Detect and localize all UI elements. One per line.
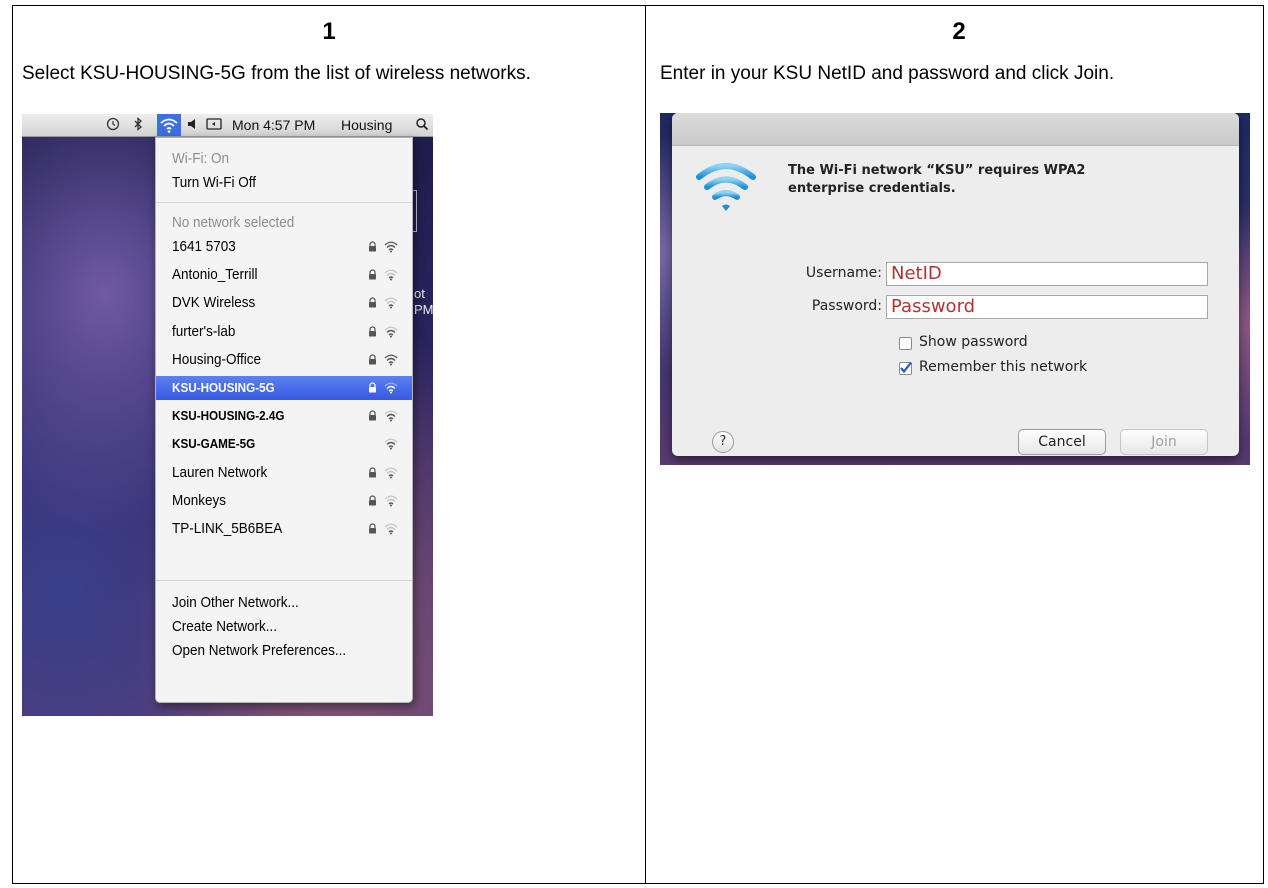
time-machine-icon[interactable] <box>106 117 120 134</box>
lock-icon <box>369 523 376 534</box>
network-name: DVK Wireless <box>172 294 256 312</box>
password-label: Password: <box>811 298 882 314</box>
help-button[interactable]: ? <box>712 431 734 453</box>
wifi-dialog-screenshot: The Wi-Fi network “KSU” requires WPA2 en… <box>660 113 1250 465</box>
lock-icon <box>369 410 376 421</box>
wifi-signal-icon <box>384 495 398 507</box>
network-name: Housing-Office <box>172 350 262 368</box>
menubar-clock[interactable]: Mon 4:57 PM <box>232 117 315 133</box>
lock-icon <box>369 297 376 308</box>
wifi-signal-icon <box>384 269 398 281</box>
network-name: KSU-GAME-5G <box>172 436 256 452</box>
open-network-preferences-item[interactable]: Open Network Preferences... <box>156 639 412 663</box>
wifi-dropdown-menu: Wi-Fi: On Turn Wi-Fi Off No network sele… <box>155 137 413 703</box>
network-item[interactable]: DVK Wireless <box>156 291 412 315</box>
step-instruction-1: Select KSU-HOUSING-5G from the list of w… <box>22 63 531 84</box>
network-name: TP-LINK_5B6BEA <box>172 520 283 537</box>
wifi-signal-icon <box>384 354 398 366</box>
network-name: Antonio_Terrill <box>172 266 258 284</box>
show-password-label: Show password <box>919 334 1028 350</box>
network-name: Lauren Network <box>172 463 268 481</box>
background-window-text: PM <box>414 302 433 317</box>
step-instruction-2: Enter in your KSU NetID and password and… <box>660 63 1115 84</box>
network-item[interactable]: Monkeys <box>156 489 412 513</box>
cancel-button[interactable]: Cancel <box>1018 429 1106 455</box>
wifi-signal-icon <box>384 241 398 253</box>
network-item[interactable]: Antonio_Terrill <box>156 263 412 287</box>
display-icon[interactable] <box>206 117 222 134</box>
wifi-signal-icon <box>384 410 398 422</box>
wifi-signal-icon <box>384 467 398 479</box>
lock-icon <box>369 241 376 252</box>
network-name: 1641 5703 <box>172 238 236 255</box>
menubar-user[interactable]: Housing <box>341 117 392 133</box>
wifi-signal-icon <box>384 438 398 450</box>
network-item[interactable]: KSU-HOUSING-5G <box>156 376 412 400</box>
wifi-signal-icon <box>384 297 398 309</box>
network-item[interactable]: KSU-GAME-5G <box>156 432 412 456</box>
network-item[interactable]: 1641 5703 <box>156 235 412 259</box>
show-password-checkbox[interactable] <box>899 337 912 350</box>
column-divider <box>645 6 646 883</box>
step-number-1: 1 <box>322 18 336 45</box>
lock-icon <box>369 326 376 337</box>
network-item[interactable]: TP-LINK_5B6BEA <box>156 517 412 541</box>
wifi-signal-icon <box>384 523 398 535</box>
wifi-menu-screenshot: Mon 4:57 PM Housing ot PM Wi-Fi: On Turn… <box>22 114 433 716</box>
lock-icon <box>369 467 376 478</box>
wifi-signal-icon <box>384 382 398 394</box>
wpa2-credentials-dialog: The Wi-Fi network “KSU” requires WPA2 en… <box>672 113 1239 456</box>
join-other-network-item[interactable]: Join Other Network... <box>156 591 412 615</box>
checkmark-icon <box>900 361 912 374</box>
menu-separator <box>156 202 412 203</box>
lock-icon <box>369 495 376 506</box>
lock-icon <box>369 382 376 393</box>
lock-icon <box>369 269 376 280</box>
wifi-status: Wi-Fi: On <box>172 150 229 167</box>
network-item[interactable]: Housing-Office <box>156 348 412 372</box>
step-number-2: 2 <box>952 18 966 45</box>
wifi-icon <box>696 153 756 225</box>
password-field[interactable]: Password <box>886 295 1208 319</box>
network-name: furter's-lab <box>172 322 236 340</box>
volume-icon[interactable] <box>186 117 200 134</box>
username-field[interactable]: NetID <box>886 262 1208 286</box>
remember-network-label: Remember this network <box>919 359 1088 375</box>
create-network-item[interactable]: Create Network... <box>156 615 412 639</box>
dialog-message: The Wi-Fi network “KSU” requires WPA2 en… <box>788 163 1086 196</box>
remember-network-checkbox[interactable] <box>899 361 912 375</box>
network-item[interactable]: Lauren Network <box>156 461 412 485</box>
background-window-text: ot <box>414 286 425 301</box>
menu-separator <box>156 580 412 581</box>
network-item[interactable]: KSU-HOUSING-2.4G <box>156 404 412 428</box>
network-item[interactable]: furter's-lab <box>156 320 412 344</box>
turn-wifi-off-item[interactable]: Turn Wi-Fi Off <box>156 171 412 195</box>
dialog-titlebar <box>672 113 1239 146</box>
join-button[interactable]: Join <box>1120 429 1208 455</box>
no-network-selected: No network selected <box>172 214 295 231</box>
wifi-signal-icon <box>384 326 398 338</box>
username-label: Username: <box>805 265 882 281</box>
network-name: KSU-HOUSING-2.4G <box>172 408 285 424</box>
network-name: KSU-HOUSING-5G <box>172 380 275 395</box>
bluetooth-icon[interactable] <box>132 117 144 134</box>
spotlight-search-icon[interactable] <box>415 117 429 134</box>
lock-icon <box>369 354 376 365</box>
wifi-icon[interactable] <box>157 114 181 136</box>
network-name: Monkeys <box>172 491 227 509</box>
menu-bar: Mon 4:57 PM Housing <box>22 114 433 137</box>
